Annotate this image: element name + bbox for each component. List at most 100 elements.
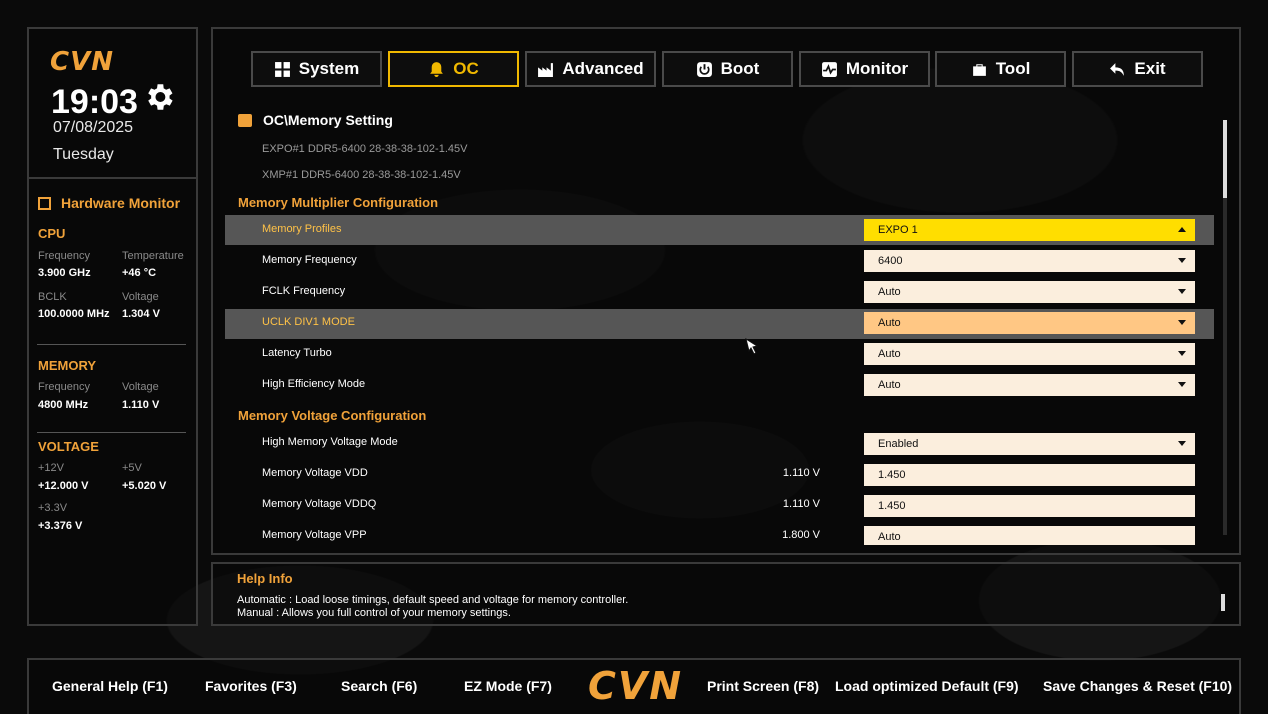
cpu-voltage-value: 1.304 V xyxy=(122,308,160,320)
cpu-bclk-value: 100.0000 MHz xyxy=(38,308,110,320)
section-memory-voltage: Memory Voltage Configuration xyxy=(238,408,427,423)
tab-system[interactable]: System xyxy=(251,51,382,87)
high-memory-voltage-mode-dropdown[interactable]: Enabled xyxy=(864,433,1195,455)
settings-scrollbar-thumb[interactable] xyxy=(1223,120,1227,198)
hand-cursor-icon xyxy=(745,337,759,355)
grid-icon xyxy=(274,61,290,77)
folder-icon xyxy=(238,114,252,127)
setting-label-memory-frequency: Memory Frequency xyxy=(262,254,357,266)
cpu-section-title: CPU xyxy=(38,226,66,241)
tab-advanced[interactable]: Advanced xyxy=(525,51,656,87)
v5-label: +5V xyxy=(122,462,142,474)
chevron-down-icon xyxy=(1178,382,1186,387)
vdd-current-value: 1.110 V xyxy=(782,467,820,479)
dropdown-value: 6400 xyxy=(878,255,903,267)
chevron-down-icon xyxy=(1178,351,1186,356)
save-reset-button[interactable]: Save Changes & Reset (F10) xyxy=(1043,678,1232,694)
page-path: OC\Memory Setting xyxy=(263,112,393,128)
help-scrollbar[interactable] xyxy=(1221,594,1225,611)
memory-profiles-dropdown[interactable]: EXPO 1 xyxy=(864,219,1195,241)
tab-system-label: System xyxy=(298,59,360,78)
v33-label: +3.3V xyxy=(38,502,68,514)
memory-voltage-vpp-input[interactable]: Auto xyxy=(864,526,1195,545)
voltage-section-title: VOLTAGE xyxy=(38,439,99,454)
dropdown-value: EXPO 1 xyxy=(878,224,918,236)
memory-frequency-value: 4800 MHz xyxy=(38,399,89,411)
memory-voltage-value: 1.110 V xyxy=(122,399,160,411)
power-icon xyxy=(696,61,712,77)
memory-voltage-vddq-input[interactable]: 1.450 xyxy=(864,495,1195,517)
setting-label-memory-voltage-vpp: Memory Voltage VPP xyxy=(262,529,367,541)
footer-logo: CVN xyxy=(588,664,684,708)
hardware-monitor-title: Hardware Monitor xyxy=(61,195,181,211)
dropdown-value: Auto xyxy=(878,317,901,329)
setting-label-memory-voltage-vdd: Memory Voltage VDD xyxy=(262,467,368,479)
ez-mode-button[interactable]: EZ Mode (F7) xyxy=(464,678,552,694)
tab-oc[interactable]: OC xyxy=(388,51,519,87)
expo-profile-info: EXPO#1 DDR5-6400 28-38-38-102-1.45V xyxy=(262,143,468,155)
memory-section-title: MEMORY xyxy=(38,358,97,373)
setting-label-memory-profiles: Memory Profiles xyxy=(262,223,342,235)
v12-label: +12V xyxy=(38,462,64,474)
input-value: Auto xyxy=(878,531,901,543)
chevron-down-icon xyxy=(1178,320,1186,325)
high-efficiency-mode-dropdown[interactable]: Auto xyxy=(864,374,1195,396)
setting-label-uclk-div1-mode: UCLK DIV1 MODE xyxy=(262,316,355,328)
v33-value: +3.376 V xyxy=(38,520,83,532)
dropdown-value: Auto xyxy=(878,286,901,298)
tab-tool[interactable]: Tool xyxy=(935,51,1066,87)
cpu-bclk-label: BCLK xyxy=(38,291,67,303)
memory-voltage-vdd-input[interactable]: 1.450 xyxy=(864,464,1195,486)
tab-monitor[interactable]: Monitor xyxy=(799,51,930,87)
dropdown-value: Auto xyxy=(878,348,901,360)
monitor-icon xyxy=(38,197,51,210)
latency-turbo-dropdown[interactable]: Auto xyxy=(864,343,1195,365)
general-help-button[interactable]: General Help (F1) xyxy=(52,678,168,694)
memory-frequency-label: Frequency xyxy=(38,381,90,393)
back-arrow-icon xyxy=(1110,62,1125,76)
print-screen-button[interactable]: Print Screen (F8) xyxy=(707,678,819,694)
section-memory-multiplier: Memory Multiplier Configuration xyxy=(238,195,439,210)
clock-time: 19:03 xyxy=(51,83,138,121)
xmp-profile-info: XMP#1 DDR5-6400 28-38-38-102-1.45V xyxy=(262,169,461,181)
vddq-current-value: 1.110 V xyxy=(782,498,820,510)
setting-label-memory-voltage-vddq: Memory Voltage VDDQ xyxy=(262,498,377,510)
cpu-temperature-value: +46 °C xyxy=(122,267,157,279)
chevron-down-icon xyxy=(1178,441,1186,446)
setting-label-high-efficiency-mode: High Efficiency Mode xyxy=(262,378,366,390)
tab-monitor-label: Monitor xyxy=(845,59,909,78)
help-line-automatic: Automatic : Load loose timings, default … xyxy=(237,594,629,606)
bell-icon xyxy=(430,61,444,77)
search-button[interactable]: Search (F6) xyxy=(341,678,417,694)
pulse-icon xyxy=(821,61,837,77)
dropdown-value: Auto xyxy=(878,379,901,391)
tab-boot[interactable]: Boot xyxy=(662,51,793,87)
cpu-frequency-label: Frequency xyxy=(38,250,90,262)
tab-oc-label: OC xyxy=(453,59,479,78)
tab-tool-label: Tool xyxy=(995,59,1031,78)
setting-label-fclk-frequency: FCLK Frequency xyxy=(262,285,346,297)
tab-advanced-label: Advanced xyxy=(562,59,644,78)
setting-label-high-memory-voltage-mode: High Memory Voltage Mode xyxy=(262,436,398,448)
fclk-frequency-dropdown[interactable]: Auto xyxy=(864,281,1195,303)
input-value: 1.450 xyxy=(878,469,906,481)
dropdown-value: Enabled xyxy=(878,438,919,450)
toolbox-icon xyxy=(972,63,986,76)
memory-frequency-dropdown[interactable]: 6400 xyxy=(864,250,1195,272)
vpp-current-value: 1.800 V xyxy=(782,529,820,541)
divider xyxy=(37,344,186,345)
divider xyxy=(37,432,186,433)
factory-icon xyxy=(538,62,554,77)
help-title: Help Info xyxy=(237,571,293,586)
brand-logo: CVN xyxy=(50,47,114,77)
chevron-down-icon xyxy=(1178,258,1186,263)
load-default-button[interactable]: Load optimized Default (F9) xyxy=(835,678,1019,694)
uclk-div1-mode-dropdown[interactable]: Auto xyxy=(864,312,1195,334)
tab-exit[interactable]: Exit xyxy=(1072,51,1203,87)
input-value: 1.450 xyxy=(878,500,906,512)
cpu-frequency-value: 3.900 GHz xyxy=(38,267,91,279)
gear-icon[interactable] xyxy=(142,80,176,114)
tab-exit-label: Exit xyxy=(1134,59,1166,78)
favorites-button[interactable]: Favorites (F3) xyxy=(205,678,297,694)
cpu-temperature-label: Temperature xyxy=(122,250,184,262)
